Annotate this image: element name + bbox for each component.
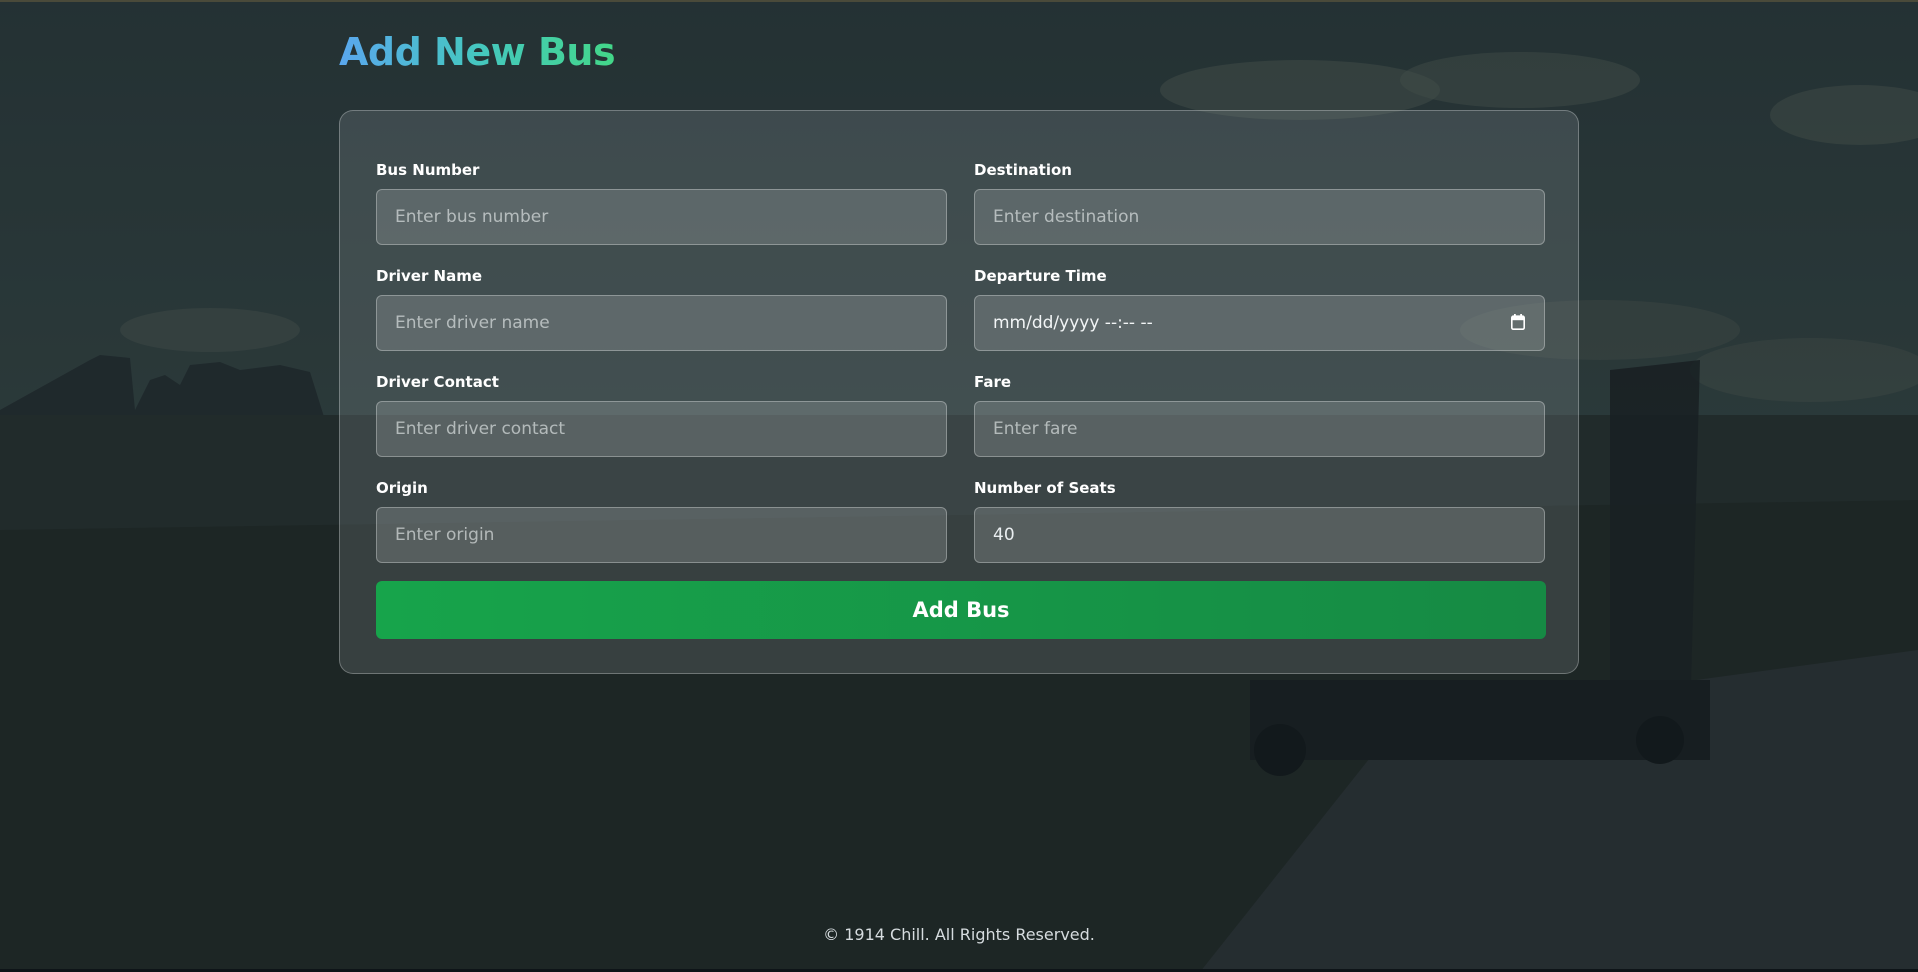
number-of-seats-input[interactable] [974, 507, 1545, 563]
driver-name-label: Driver Name [376, 267, 483, 285]
departure-time-picker[interactable]: mm/dd/yyyy --:-- -- [974, 295, 1545, 351]
origin-label: Origin [376, 479, 428, 497]
bus-number-label: Bus Number [376, 161, 480, 179]
fare-label: Fare [974, 373, 1012, 391]
calendar-icon[interactable] [1511, 314, 1525, 330]
number-of-seats-label: Number of Seats [974, 479, 1116, 497]
form-grid: Bus Number Destination Driver Name Depar… [376, 147, 1546, 571]
origin-field: Origin [376, 465, 947, 571]
footer-copyright: © 1914 Chill. All Rights Reserved. [823, 925, 1095, 944]
driver-contact-input[interactable] [376, 401, 947, 457]
departure-time-label: Departure Time [974, 267, 1107, 285]
fare-input[interactable] [974, 401, 1545, 457]
driver-contact-field: Driver Contact [376, 359, 947, 465]
destination-field: Destination [974, 147, 1545, 253]
add-bus-form: Bus Number Destination Driver Name Depar… [339, 110, 1579, 674]
top-border [0, 0, 1918, 2]
destination-label: Destination [974, 161, 1072, 179]
driver-name-input[interactable] [376, 295, 947, 351]
origin-input[interactable] [376, 507, 947, 563]
add-bus-button[interactable]: Add Bus [376, 581, 1546, 639]
destination-input[interactable] [974, 189, 1545, 245]
driver-contact-label: Driver Contact [376, 373, 499, 391]
bus-number-input[interactable] [376, 189, 947, 245]
number-of-seats-field: Number of Seats [974, 465, 1545, 571]
fare-field: Fare [974, 359, 1545, 465]
bus-number-field: Bus Number [376, 147, 947, 253]
driver-name-field: Driver Name [376, 253, 947, 359]
departure-time-field: Departure Time mm/dd/yyyy --:-- -- [974, 253, 1545, 359]
page-title: Add New Bus [339, 30, 616, 74]
departure-time-input[interactable]: mm/dd/yyyy --:-- -- [974, 295, 1545, 351]
